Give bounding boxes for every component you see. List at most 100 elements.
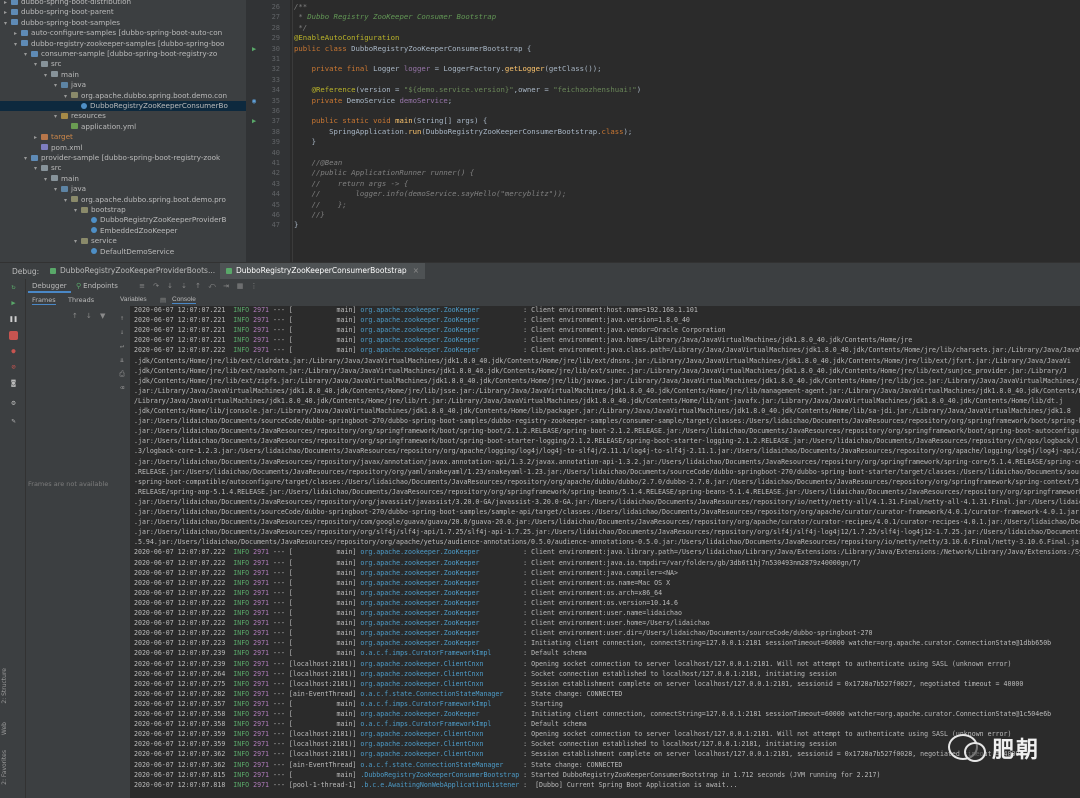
log-line: .jar:/Users/lidaichao/Documents/JavaReso… — [134, 517, 1080, 527]
log-line: 2020-06-07 12:07:07.222 INFO 2971 --- [ … — [134, 547, 1080, 557]
tree-node[interactable]: ▸ target — [0, 132, 73, 142]
log-ts: 2020-06-07 12:07:07.222 — [134, 558, 226, 567]
log-msg: : Client environment:user.dir=/Users/lid… — [523, 629, 873, 638]
tree-node[interactable]: ▾ src — [0, 163, 62, 173]
tree-node[interactable]: DubboRegistryZooKeeperConsumerBo — [0, 101, 246, 112]
log-cont: .jar:/Library/Java/JavaVirtualMachines/j… — [134, 386, 1080, 395]
log-lg: org.apache.zookeeper.ClientCnxn — [360, 669, 520, 678]
tree-node[interactable]: application.yml — [0, 122, 136, 132]
log-th: --- [ main] — [273, 619, 357, 628]
yml-icon — [71, 123, 78, 130]
scroll-to-end-icon[interactable]: ⇊ — [118, 356, 126, 364]
code-editor[interactable]: /** * Dubbo Registry ZooKeeper Consumer … — [290, 0, 1080, 262]
debug-tool-window-header: Debug: DubboRegistryZooKeeperProviderBoo… — [0, 262, 1080, 279]
pause-icon[interactable]: ❚❚ — [9, 315, 18, 324]
evaluate-expression-icon[interactable]: ▦ — [236, 282, 244, 290]
code-line: private DemoService demoService; — [294, 95, 453, 106]
mute-breakpoints-icon[interactable]: ⊘ — [9, 363, 18, 372]
arrow-down-icon[interactable]: ↓ — [86, 312, 92, 320]
stop-icon[interactable] — [9, 331, 18, 340]
tree-node-label: consumer-sample [dubbo-spring-boot-regis… — [41, 49, 218, 58]
pin-icon[interactable]: ✎ — [9, 417, 18, 426]
run-gutter-icon[interactable]: ▶ — [252, 116, 256, 126]
log-lg: org.apache.zookeeper.ZooKeeper — [360, 568, 520, 577]
arrow-up-icon[interactable]: ↑ — [72, 312, 78, 320]
log-msg: : Default schema — [523, 720, 587, 729]
tree-node[interactable]: ▾ provider-sample [dubbo-spring-boot-regi… — [0, 153, 220, 163]
resume-icon[interactable]: ▶ — [9, 299, 18, 308]
tree-node[interactable]: ▾ resources — [0, 111, 106, 121]
code-token: private — [311, 95, 347, 105]
tree-node[interactable]: ▾ org.apache.dubbo.spring.boot.demo.pro — [0, 195, 226, 205]
log-line: 2020-06-07 12:07:07.264 INFO 2971 --- [l… — [134, 669, 837, 679]
line-number: 33 — [271, 75, 280, 84]
log-msg: : Client environment:user.name=lidaichao — [523, 609, 682, 617]
tab-debugger[interactable]: Debugger — [28, 279, 71, 293]
trace-icon[interactable]: ⋮ — [250, 282, 258, 290]
tree-node[interactable]: DubboRegistryZooKeeperProviderB — [0, 215, 226, 225]
settings-icon[interactable]: ⚙ — [9, 399, 18, 408]
arrow-down-icon[interactable]: ↓ — [118, 328, 126, 336]
run-gutter-icon[interactable]: ▶ — [252, 44, 256, 54]
debug-tab-provider[interactable]: DubboRegistryZooKeeperProviderBoots...× — [44, 263, 233, 279]
tree-node[interactable]: ▾ bootstrap — [0, 205, 126, 215]
tree-node[interactable]: ▾ consumer-sample [dubbo-spring-boot-regi… — [0, 49, 217, 59]
run-to-cursor-icon[interactable]: ⇥ — [222, 282, 230, 290]
log-th: --- [ main] — [273, 639, 357, 648]
tree-node[interactable]: ▾ java — [0, 184, 86, 194]
log-lg: o.a.c.f.imps.CuratorFrameworkImpl — [360, 720, 520, 729]
filter-icon[interactable]: ▼ — [100, 312, 105, 320]
web-tool-label[interactable]: Web — [1, 722, 8, 735]
implementation-gutter-icon[interactable]: ◉ — [252, 96, 256, 106]
tree-node[interactable]: ▾ org.apache.dubbo.spring.boot.demo.con — [0, 91, 227, 101]
log-lv: INFO — [233, 730, 250, 739]
tree-node[interactable]: ▸ dubbo-spring-boot-distribution — [0, 0, 131, 7]
step-into-icon[interactable]: ↓ — [166, 282, 174, 290]
tree-node[interactable]: ▾ dubbo-registry-zookeeper-samples [dubbo… — [0, 39, 224, 49]
tree-node[interactable]: EmbeddedZooKeeper — [0, 226, 178, 236]
tree-node[interactable]: ▾ main — [0, 70, 79, 80]
step-over-icon[interactable]: ↷ — [152, 282, 160, 290]
camera-icon[interactable]: ◙ — [9, 379, 18, 388]
rerun-icon[interactable]: ↻ — [9, 283, 18, 292]
tree-node[interactable]: ▾ java — [0, 80, 86, 90]
tree-node[interactable]: DefaultDemoService — [0, 247, 174, 257]
arrow-up-icon[interactable]: ↑ — [118, 314, 126, 322]
tab-endpoints[interactable]: ⚲ Endpoints — [72, 279, 122, 293]
tab-console[interactable]: Console — [172, 296, 196, 304]
tab-variables[interactable]: Variables — [120, 296, 147, 303]
favorites-tool-label[interactable]: 2: Favorites — [1, 750, 8, 785]
log-th: --- [localhost:2181)] — [273, 730, 357, 739]
tree-node[interactable]: ▾ src — [0, 59, 62, 69]
log-th: --- [ain-EventThread] — [273, 760, 357, 769]
tab-threads[interactable]: Threads — [68, 296, 94, 304]
tab-frames[interactable]: Frames — [32, 296, 56, 305]
view-breakpoints-icon[interactable]: ● — [9, 347, 18, 356]
console-output[interactable]: 2020-06-07 12:07:07.221 INFO 2971 --- [ … — [130, 306, 1080, 798]
tree-node[interactable]: ▾ dubbo-spring-boot-samples — [0, 18, 120, 28]
print-icon[interactable]: ⎙ — [118, 370, 126, 378]
module-icon — [31, 154, 38, 161]
endpoints-icon: ⚲ — [76, 282, 82, 290]
force-step-into-icon[interactable]: ⇣ — [180, 282, 188, 290]
tree-node[interactable]: ▸ dubbo-spring-boot-parent — [0, 7, 114, 17]
clear-all-icon[interactable]: ⌫ — [118, 384, 126, 392]
close-icon[interactable]: × — [413, 266, 419, 275]
log-cont: .jar:/Users/lidaichao/Documents/JavaReso… — [134, 437, 1079, 446]
log-msg: : Socket connection established to local… — [523, 669, 837, 678]
step-out-icon[interactable]: ↑ — [194, 282, 202, 290]
tree-node[interactable]: pom.xml — [0, 143, 83, 153]
code-line: } — [294, 137, 316, 147]
drop-frame-icon[interactable]: ⤺ — [208, 282, 216, 290]
code-token: "feichaozhenshuai!" — [553, 85, 637, 95]
log-th: --- [pool-1-thread-1] — [273, 780, 357, 789]
show-execution-point-icon[interactable]: ≡ — [138, 282, 146, 290]
structure-tool-label[interactable]: 2: Structure — [1, 668, 8, 704]
tree-node[interactable]: ▾ service — [0, 236, 117, 246]
folder-icon — [41, 60, 48, 67]
tree-node[interactable]: ▸ auto-configure-samples [dubbo-spring-bo… — [0, 28, 222, 38]
debug-tab-consumer[interactable]: DubboRegistryZooKeeperConsumerBootstrap × — [220, 263, 425, 279]
soft-wrap-icon[interactable]: ↵ — [118, 342, 126, 350]
tree-node[interactable]: ▾ main — [0, 174, 79, 184]
